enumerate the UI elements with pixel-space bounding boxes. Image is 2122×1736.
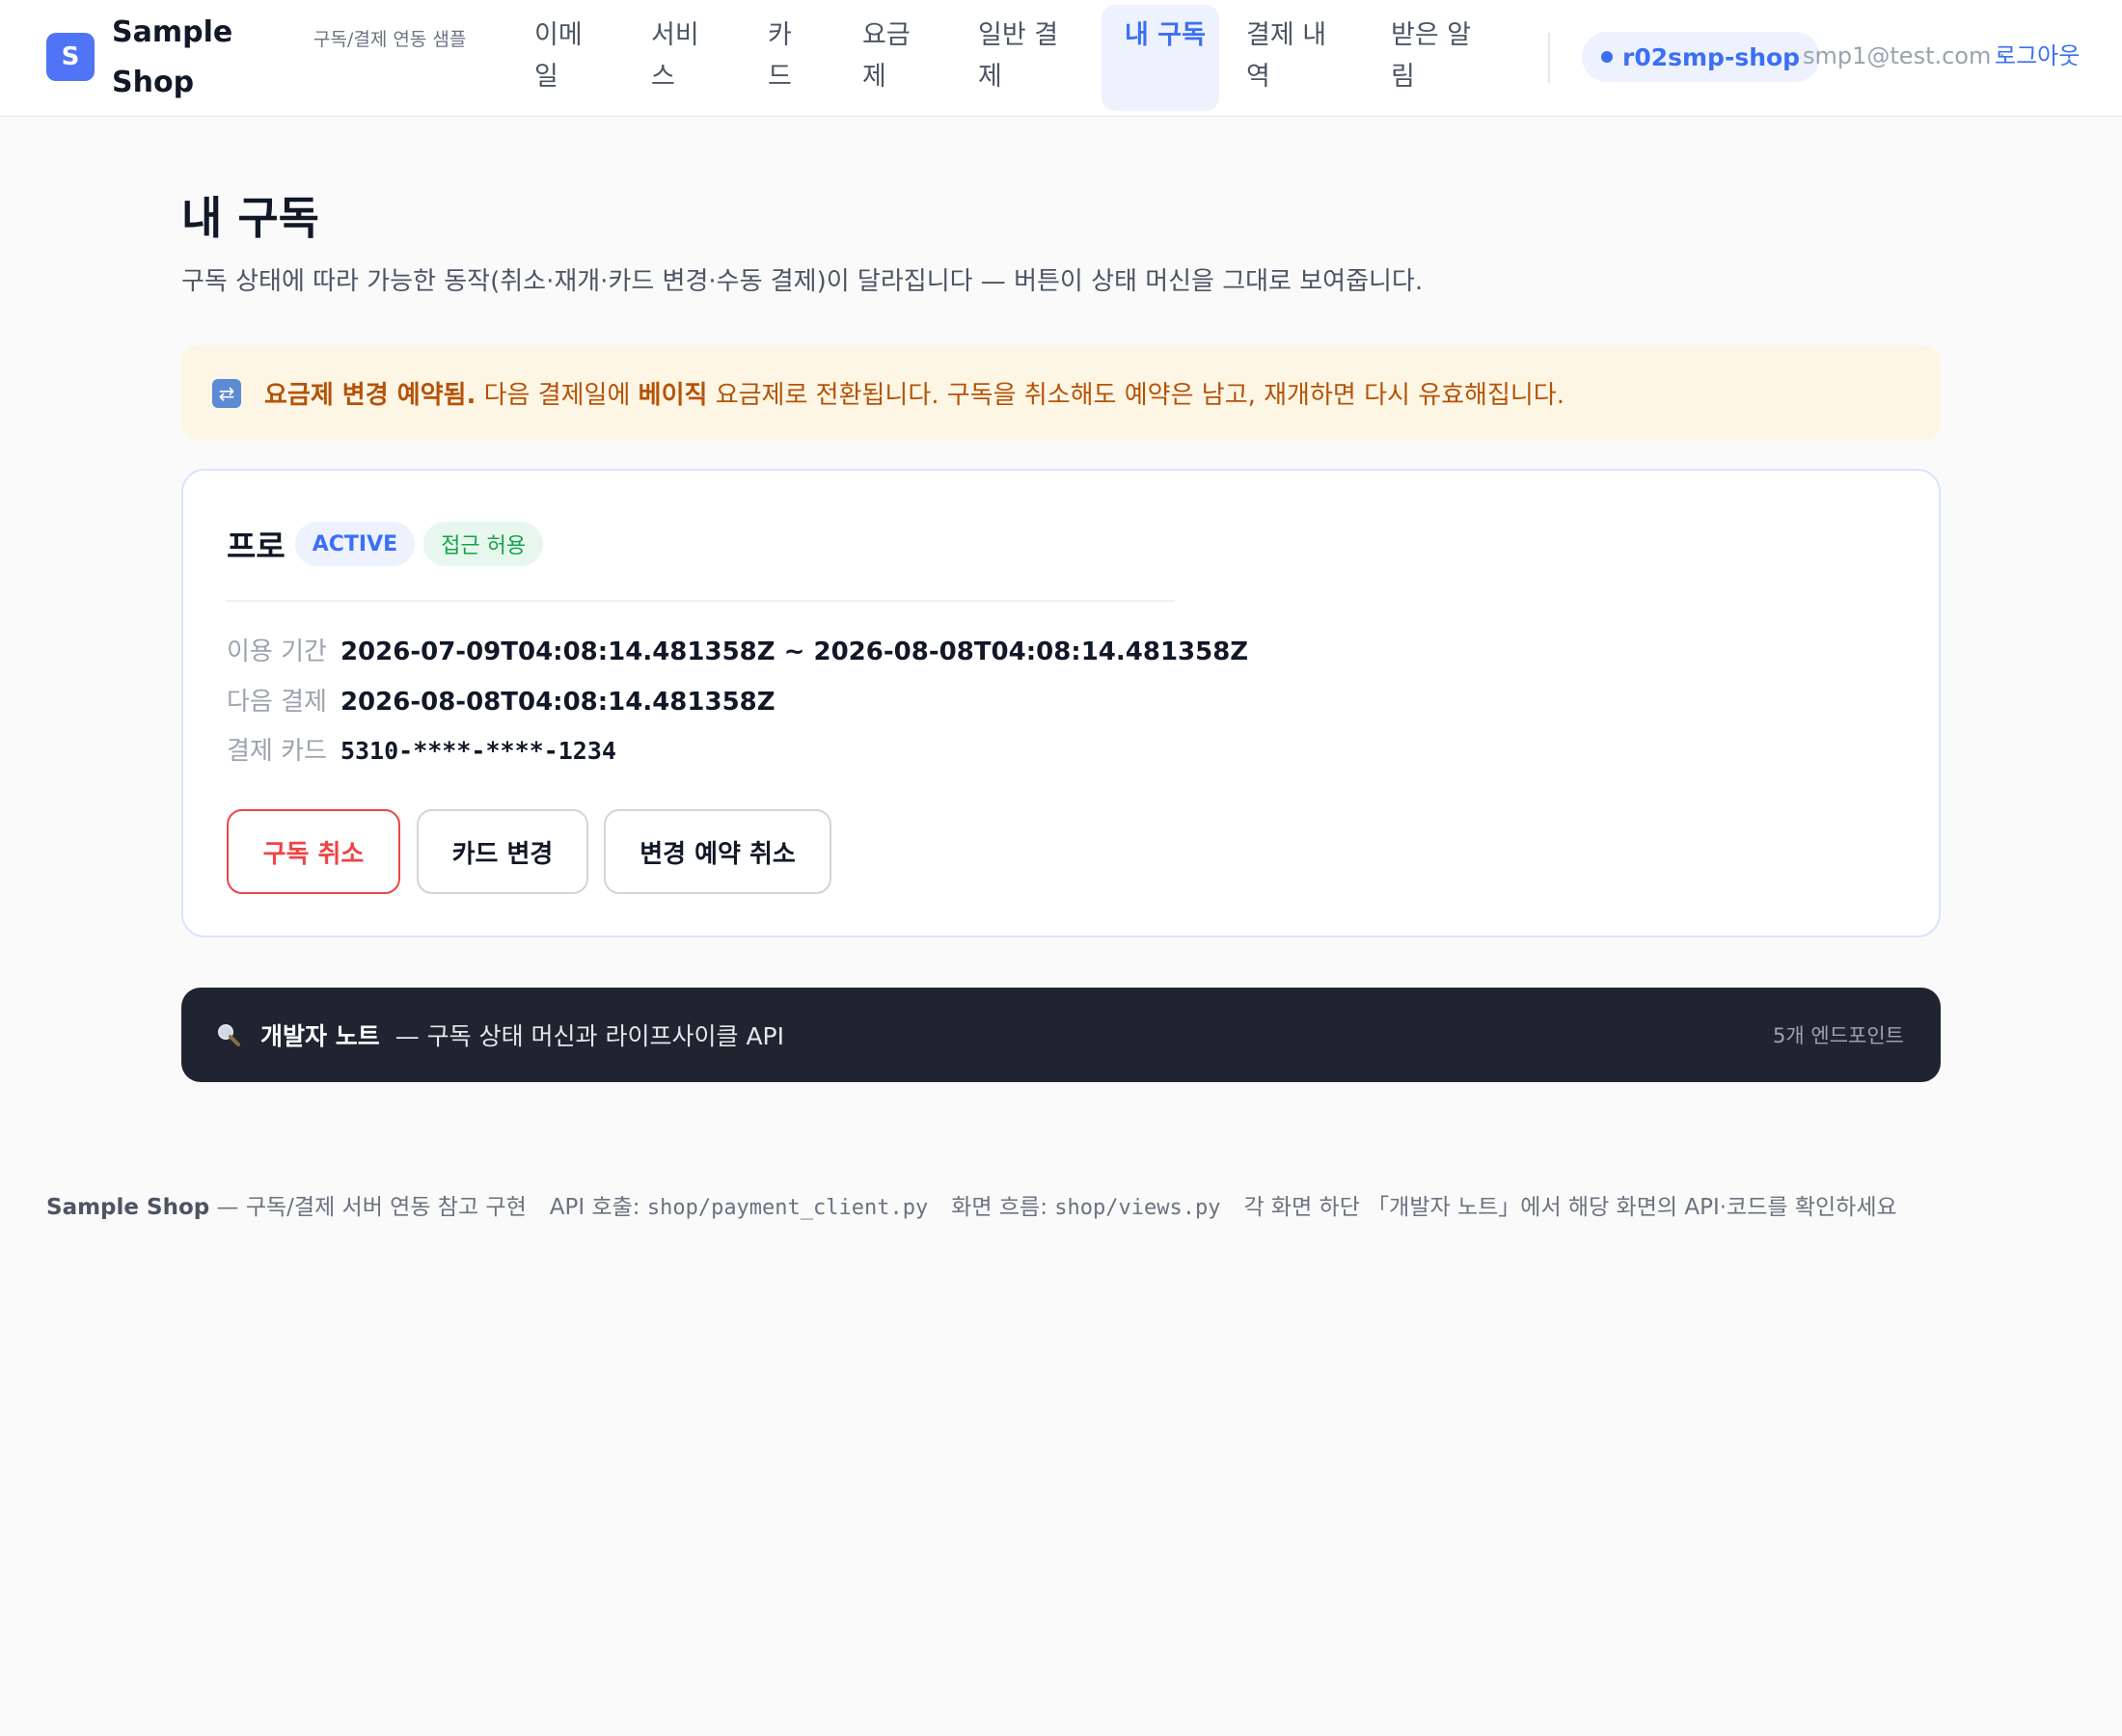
top-nav-bar: S Sample Shop 구독/결제 연동 샘플 이메일 서비스 카드 요금제…: [0, 0, 2122, 117]
logout-link[interactable]: 로그아웃: [1995, 39, 2080, 73]
nav-email[interactable]: 이메일: [534, 5, 602, 111]
access-badge: 접근 허용: [423, 522, 544, 566]
plan-header: 프로 ACTIVE 접근 허용: [227, 521, 552, 567]
footer-flow-label: 화면 흐름:: [951, 1195, 1055, 1220]
subscription-card: 프로 ACTIVE 접근 허용 이용 기간 2026-07-09T04:08:1…: [181, 469, 1941, 937]
shop-id: r02smp-shop: [1622, 42, 1801, 71]
nav-payment-history[interactable]: 결제 내역: [1246, 5, 1343, 111]
card-row: 결제 카드 5310-****-****-1234: [227, 732, 616, 771]
next-payment-value: 2026-08-08T04:08:14.481358Z: [340, 688, 775, 717]
footer: Sample Shop — 구독/결제 서버 연동 참고 구현 API 호출: s…: [46, 1190, 1897, 1226]
next-payment-row: 다음 결제 2026-08-08T04:08:14.481358Z: [227, 683, 775, 721]
footer-brand: Sample Shop: [46, 1195, 210, 1220]
refresh-icon: ⇄: [212, 378, 241, 408]
developer-note-subtitle: — 구독 상태 머신과 라이프사이클 API: [394, 1022, 785, 1050]
card-divider: [227, 600, 1175, 602]
nav-divider: [1548, 33, 1550, 83]
footer-api-label: API 호출:: [549, 1195, 647, 1220]
footer-hint: 각 화면 하단 「개발자 노트」에서 해당 화면의 API·코드를 확인하세요: [1243, 1195, 1897, 1220]
plan-change-notice: ⇄ 요금제 변경 예약됨. 다음 결제일에 베이직 요금제로 전환됩니다. 구독…: [181, 345, 1941, 441]
shop-badge[interactable]: r02smp-shop: [1582, 32, 1821, 82]
footer-brand-desc: — 구독/결제 서버 연동 참고 구현: [209, 1195, 527, 1220]
card-label: 결제 카드: [227, 737, 327, 766]
plan-name: 프로: [227, 528, 286, 565]
notice-target-plan: 베이직: [638, 381, 708, 410]
page-title: 내 구독: [181, 192, 319, 244]
nav-my-subscription[interactable]: 내 구독: [1102, 5, 1219, 111]
nav-services[interactable]: 서비스: [651, 5, 719, 111]
status-badge: ACTIVE: [294, 522, 416, 566]
card-number: 5310-****-****-1234: [340, 737, 616, 765]
magnifier-icon: [216, 1022, 241, 1047]
status-dot-icon: [1601, 51, 1613, 63]
period-label: 이용 기간: [227, 637, 327, 666]
period-value: 2026-07-09T04:08:14.481358Z ~ 2026-08-08…: [340, 637, 1249, 666]
endpoint-count: 5개 엔드포인트: [1773, 1024, 1904, 1047]
brand-tagline: 구독/결제 연동 샘플: [313, 29, 467, 50]
cancel-subscription-button[interactable]: 구독 취소: [227, 809, 400, 894]
footer-api-file: shop/payment_client.py: [646, 1196, 929, 1220]
nav-plans[interactable]: 요금제: [862, 5, 930, 111]
notice-text-1: 다음 결제일에: [476, 381, 639, 410]
developer-note-panel[interactable]: 개발자 노트 — 구독 상태 머신과 라이프사이클 API 5개 엔드포인트: [181, 988, 1941, 1082]
next-payment-label: 다음 결제: [227, 688, 327, 717]
period-row: 이용 기간 2026-07-09T04:08:14.481358Z ~ 2026…: [227, 633, 1248, 671]
notice-text: 요금제 변경 예약됨. 다음 결제일에 베이직 요금제로 전환됩니다. 구독을 …: [264, 375, 1564, 411]
brand-name[interactable]: Sample Shop: [112, 8, 257, 108]
nav-cards[interactable]: 카드: [768, 5, 806, 111]
change-card-button[interactable]: 카드 변경: [417, 809, 588, 894]
nav-one-time-payment[interactable]: 일반 결제: [978, 5, 1075, 111]
notice-text-2: 요금제로 전환됩니다. 구독을 취소해도 예약은 남고, 재개하면 다시 유효해…: [707, 381, 1564, 410]
developer-note-title: 개발자 노트: [260, 1022, 380, 1050]
footer-flow-file: shop/views.py: [1054, 1196, 1221, 1220]
notice-lead: 요금제 변경 예약됨.: [264, 381, 476, 410]
cancel-plan-change-button[interactable]: 변경 예약 취소: [604, 809, 831, 894]
logo[interactable]: S: [46, 33, 95, 81]
nav-notifications[interactable]: 받은 알림: [1391, 5, 1487, 111]
user-email: smp1@test.com ·: [1803, 42, 2006, 69]
page-description: 구독 상태에 따라 가능한 동작(취소·재개·카드 변경·수동 결제)이 달라집…: [181, 267, 1424, 296]
